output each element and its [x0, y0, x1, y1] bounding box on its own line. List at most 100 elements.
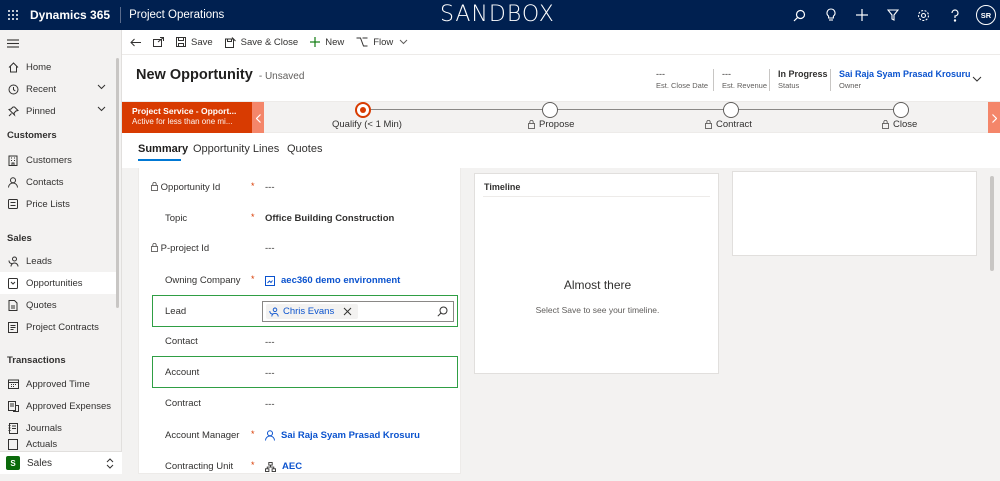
timeline-title: Timeline	[484, 182, 521, 192]
field-contact[interactable]: Contact ---	[139, 326, 462, 356]
sidebar-collapse-button[interactable]	[0, 32, 118, 54]
field-topic[interactable]: Topic * Office Building Construction	[139, 203, 462, 233]
sidebar-item-customers[interactable]: Customers	[0, 149, 118, 171]
brand-name[interactable]: Dynamics 365	[26, 7, 122, 23]
header-field-est-close-date[interactable]: --- Est. Close Date	[656, 69, 708, 90]
business-process-flow: Project Service - Opport... Active for l…	[122, 101, 1000, 134]
required-marker: *	[251, 429, 255, 439]
person-icon	[0, 176, 26, 188]
tab-summary[interactable]: Summary	[138, 143, 188, 155]
field-label: Topic	[165, 213, 188, 224]
sidebar-item-approved-time[interactable]: Approved Time	[0, 373, 118, 395]
owner-link[interactable]: Sai Raja Syam Prasad Krosuru	[839, 69, 971, 79]
flow-icon	[356, 37, 368, 47]
sidebar-item-label: Project Contracts	[26, 321, 99, 333]
owning-company-link[interactable]: aec360 demo environment	[265, 275, 400, 286]
up-down-chevron-icon	[106, 458, 114, 469]
field-value[interactable]: ---	[265, 399, 275, 410]
field-opportunity-id[interactable]: Opportunity Id * ---	[139, 172, 462, 202]
timeline-message-body: Select Save to see your timeline.	[535, 305, 660, 315]
field-value[interactable]: ---	[265, 337, 275, 348]
sidebar-item-label: Journals	[26, 422, 62, 434]
header-field-value: ---	[722, 69, 731, 79]
field-contract[interactable]: Contract ---	[139, 388, 462, 418]
sidebar-item-approved-expenses[interactable]: Approved Expenses	[0, 395, 118, 417]
field-value: ---	[265, 243, 275, 254]
summary-section: Opportunity Id * --- Topic * Office Buil…	[138, 168, 461, 474]
process-name-panel[interactable]: Project Service - Opport... Active for l…	[122, 102, 264, 134]
org-unit-icon	[265, 461, 276, 472]
header-field-status: In Progress Status	[778, 69, 828, 90]
save-close-icon	[224, 36, 236, 48]
field-account-manager[interactable]: Account Manager * Sai Raja Syam Prasad K…	[139, 420, 462, 450]
record-header: New Opportunity - Unsaved --- Est. Close…	[122, 55, 1000, 101]
search-icon[interactable]	[784, 0, 815, 30]
bpf-stage-close[interactable]: Close	[882, 102, 942, 134]
field-value[interactable]: Office Building Construction	[265, 213, 394, 224]
field-contracting-unit[interactable]: Contracting Unit * AEC	[139, 451, 462, 481]
sidebar-item-leads[interactable]: Leads	[0, 250, 118, 272]
app-launcher-icon[interactable]	[0, 0, 26, 30]
popout-button[interactable]	[147, 30, 170, 55]
back-button[interactable]	[122, 30, 147, 55]
list-icon	[0, 199, 26, 209]
bpf-stage-propose[interactable]: Propose	[522, 102, 602, 134]
sidebar-item-quotes[interactable]: Quotes	[0, 294, 118, 316]
new-label: New	[325, 36, 345, 48]
field-account[interactable]: Account ---	[139, 357, 462, 387]
required-marker: *	[251, 460, 255, 470]
tab-quotes[interactable]: Quotes	[287, 143, 322, 155]
header-expand-chevron-icon[interactable]	[972, 76, 982, 82]
bpf-stage-contract[interactable]: Contract	[702, 102, 782, 134]
bpf-stage-qualify[interactable]: Qualify (< 1 Min)	[322, 102, 422, 134]
required-marker: *	[251, 274, 255, 284]
sidebar-item-contacts[interactable]: Contacts	[0, 171, 118, 193]
chevron-down-icon[interactable]	[97, 84, 106, 90]
sidebar-item-recent[interactable]: Recent	[0, 78, 118, 100]
plus-icon[interactable]	[846, 0, 877, 30]
field-p-project-id[interactable]: P-project Id ---	[139, 233, 462, 263]
user-avatar[interactable]: SR	[976, 5, 996, 25]
field-owning-company[interactable]: Owning Company * aec360 demo environment	[139, 265, 462, 295]
area-switcher[interactable]: S Sales	[0, 451, 122, 474]
new-button[interactable]: New	[304, 30, 350, 55]
app-name[interactable]: Project Operations	[121, 9, 224, 21]
flow-button[interactable]: Flow	[350, 30, 414, 55]
sidebar-item-project-contracts[interactable]: Project Contracts	[0, 316, 118, 338]
tab-opportunity-lines[interactable]: Opportunity Lines	[193, 143, 279, 155]
lead-name: Chris Evans	[283, 306, 335, 317]
sidebar-scrollbar[interactable]	[116, 58, 119, 308]
stage-label: Qualify (< 1 Min)	[332, 119, 402, 130]
header-field-owner[interactable]: Sai Raja Syam Prasad Krosuru Owner	[839, 69, 971, 90]
chevron-down-icon[interactable]	[97, 106, 106, 112]
save-button[interactable]: Save	[170, 30, 219, 55]
search-icon[interactable]	[437, 306, 448, 317]
gear-icon[interactable]	[908, 0, 939, 30]
contracting-unit-link[interactable]: AEC	[265, 461, 302, 472]
account-manager-link[interactable]: Sai Raja Syam Prasad Krosuru	[265, 430, 420, 441]
lead-lookup-input[interactable]: Chris Evans	[262, 301, 454, 322]
lightbulb-icon[interactable]	[815, 0, 846, 30]
hamburger-icon	[0, 38, 26, 48]
bpf-previous-button[interactable]	[252, 102, 264, 134]
field-value[interactable]: ---	[265, 368, 275, 379]
sidebar-item-pinned[interactable]: Pinned	[0, 100, 118, 122]
sidebar-item-label: Customers	[26, 154, 72, 166]
lead-lookup-chip[interactable]: Chris Evans	[266, 304, 359, 319]
bpf-next-button[interactable]	[988, 102, 1000, 134]
field-lead[interactable]: Lead Chris Evans	[139, 296, 462, 326]
sidebar-item-price-lists[interactable]: Price Lists	[0, 193, 118, 215]
save-close-button[interactable]: Save & Close	[219, 30, 305, 55]
header-field-est-revenue[interactable]: --- Est. Revenue	[722, 69, 767, 90]
help-icon[interactable]	[939, 0, 970, 30]
filter-icon[interactable]	[877, 0, 908, 30]
remove-icon[interactable]	[343, 307, 352, 316]
form-tabs: Summary Opportunity Lines Quotes	[122, 133, 1000, 168]
pin-icon	[0, 106, 26, 117]
sidebar-item-journals[interactable]: Journals	[0, 417, 118, 439]
sidebar-item-actuals[interactable]: Actuals	[0, 437, 118, 451]
sidebar-item-home[interactable]: Home	[0, 56, 118, 78]
form-scrollbar[interactable]	[990, 176, 994, 271]
sidebar-item-opportunities[interactable]: Opportunities	[0, 272, 118, 294]
lock-icon	[882, 120, 889, 129]
